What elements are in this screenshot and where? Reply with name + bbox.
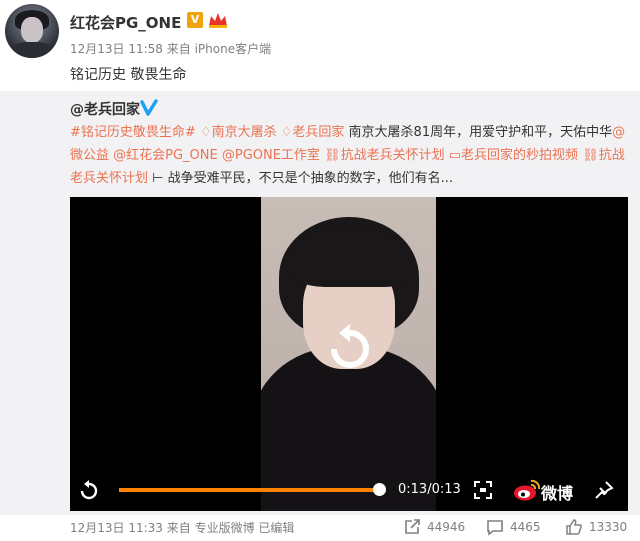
post-meta: 12月13日 11:58 来自 iPhone客户端 — [70, 42, 272, 56]
repost-meta: 12月13日 11:33 来自 专业版微博 已编辑 — [70, 521, 295, 535]
like-action[interactable]: 13330 — [565, 518, 635, 536]
repost-action[interactable]: 44946 — [403, 518, 483, 536]
topic-diamond-icon: ♢ — [280, 125, 293, 140]
pin-icon[interactable] — [594, 480, 614, 500]
post-text: 铭记历史 敬畏生命 — [70, 67, 187, 83]
video-player[interactable] — [70, 197, 628, 511]
blue-verified-icon — [140, 99, 158, 116]
article-icon: ⊢ — [148, 171, 164, 186]
repost-icon — [405, 519, 420, 534]
topic-link[interactable]: 南京大屠杀 — [212, 125, 277, 140]
comment-count: 4465 — [510, 520, 541, 534]
hashtag-link[interactable]: #铭记历史敬畏生命# — [70, 125, 196, 140]
topic-link[interactable]: 老兵回家 — [292, 125, 344, 140]
video-controls: 0:13/0:13 微博 — [70, 475, 628, 505]
weibo-brand: 微博 — [541, 484, 574, 503]
fullscreen-icon[interactable] — [474, 481, 492, 499]
replay-icon[interactable] — [325, 324, 375, 374]
time-display: 0:13/0:13 — [398, 482, 461, 497]
link-icon: ⛓ — [582, 148, 599, 163]
repost-plain-text: 战争受难平民，不只是个抽象的数字，他们有名... — [163, 171, 454, 186]
link-icon: ⛓ — [324, 148, 341, 163]
video-link[interactable]: 老兵回家的秒拍视频 — [461, 148, 578, 163]
link-text[interactable]: 抗战老兵关怀计划 — [341, 148, 445, 163]
like-icon — [566, 519, 582, 535]
repost-text: #铭记历史敬畏生命# ♢南京大屠杀 ♢老兵回家 南京大屠杀81周年，用爱守护和平… — [70, 121, 635, 190]
repost-plain-text: 南京大屠杀81周年，用爱守护和平，天佑中华 — [344, 125, 613, 140]
username[interactable]: 红花会PG_ONE — [70, 12, 181, 33]
repost-count: 44946 — [427, 520, 466, 534]
crown-icon — [209, 13, 227, 28]
progress-fill — [119, 488, 379, 492]
replay-button-icon[interactable] — [79, 480, 99, 500]
like-count: 13330 — [589, 520, 628, 534]
comment-icon — [487, 520, 503, 536]
progress-handle[interactable] — [373, 483, 386, 496]
comment-action[interactable]: 4465 — [486, 518, 552, 536]
topic-diamond-icon: ♢ — [199, 125, 212, 140]
repost-author[interactable]: @老兵回家 — [70, 99, 140, 119]
video-icon: ▭ — [448, 148, 462, 163]
verified-badge-icon: V — [187, 12, 203, 28]
avatar[interactable] — [5, 4, 59, 58]
weibo-logo-icon — [514, 479, 541, 501]
